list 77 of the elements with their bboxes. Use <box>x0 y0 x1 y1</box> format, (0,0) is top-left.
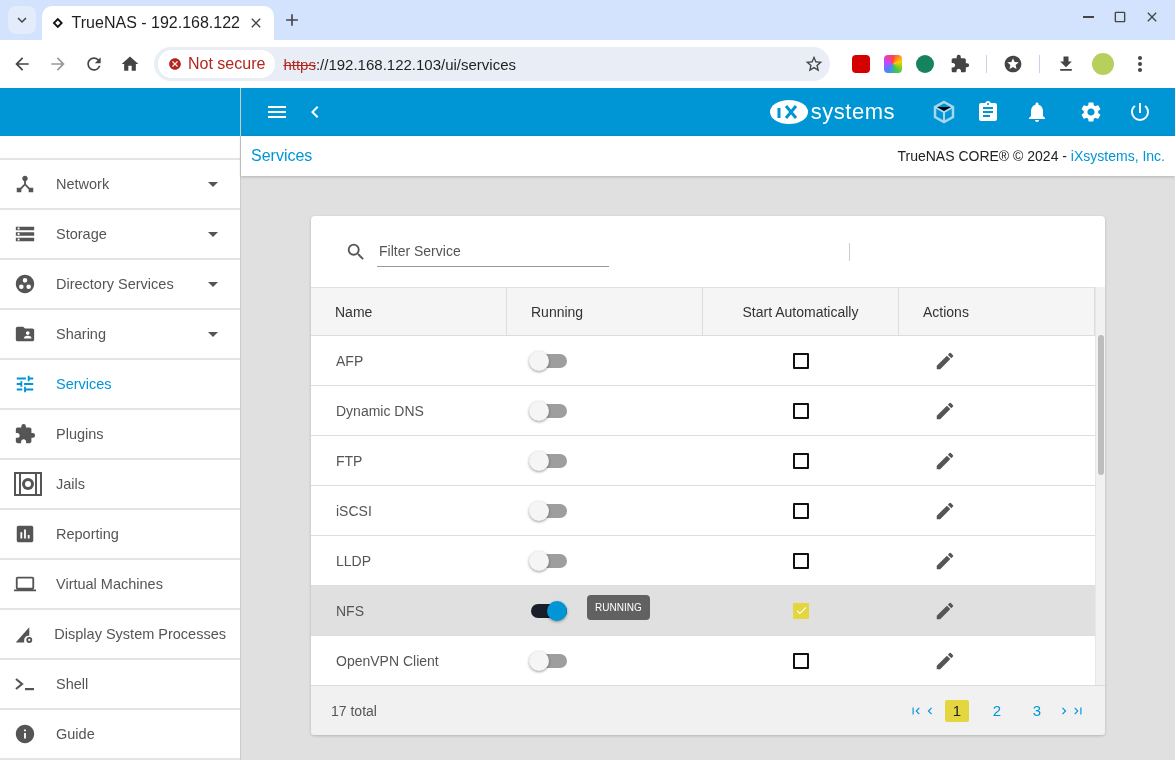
auto-start-checkbox[interactable] <box>793 502 809 519</box>
home-icon <box>120 54 140 74</box>
sidebar-item[interactable]: Virtual Machines <box>0 560 240 610</box>
network-icon <box>14 173 36 195</box>
more-icon <box>1138 56 1142 72</box>
service-name: Dynamic DNS <box>336 402 424 419</box>
sidebar-item[interactable]: Jails <box>0 460 240 510</box>
star-icon <box>1003 54 1023 74</box>
table-row[interactable]: AFP <box>311 335 1095 385</box>
sidebar-item[interactable]: Plugins <box>0 410 240 460</box>
sidebar-item[interactable]: Network <box>0 160 240 210</box>
running-toggle[interactable] <box>531 353 567 368</box>
service-name: FTP <box>336 452 363 469</box>
running-toggle[interactable] <box>531 603 567 618</box>
auto-start-checkbox[interactable] <box>793 402 809 419</box>
table-row[interactable]: NFS RUNNING <box>311 585 1095 635</box>
page-button[interactable]: 1 <box>945 699 969 722</box>
sidebar-item[interactable]: Sharing <box>0 310 240 360</box>
reload-icon <box>84 54 104 74</box>
sidebar-item[interactable]: Shell <box>0 660 240 710</box>
checkmark-icon <box>794 604 808 617</box>
settings-icon <box>1079 100 1103 124</box>
power-icon <box>1128 100 1152 124</box>
clipboard-icon <box>976 100 1000 124</box>
service-name: AFP <box>336 352 364 369</box>
service-name: OpenVPN Client <box>336 652 439 669</box>
extension-icon[interactable] <box>884 55 902 73</box>
running-toggle[interactable] <box>531 503 567 518</box>
ix-logo: systems <box>768 98 895 126</box>
browser-tab[interactable]: TrueNAS - 192.168.122 <box>42 6 274 40</box>
address-bar[interactable]: Not secure https://192.168.122.103/ui/services <box>154 47 830 81</box>
auto-start-checkbox[interactable] <box>793 652 809 669</box>
extension-icon[interactable] <box>852 55 870 73</box>
maximize-icon <box>1112 9 1128 25</box>
table-row[interactable]: LLDP <box>311 535 1095 585</box>
terminal-prompt-icon <box>14 676 36 692</box>
circles-icon <box>14 273 36 295</box>
tab-title: TrueNAS - 192.168.122 <box>71 14 240 32</box>
puzzle-icon <box>950 54 970 74</box>
star-icon <box>804 54 824 74</box>
auto-start-checkbox[interactable] <box>793 602 809 619</box>
service-name: LLDP <box>336 552 372 569</box>
sidebar-item[interactable]: Directory Services <box>0 260 240 310</box>
table-row[interactable]: Dynamic DNS <box>311 385 1095 435</box>
service-name: NFS <box>336 602 364 619</box>
not-secure-badge[interactable]: Not secure <box>158 50 276 78</box>
table-row[interactable]: FTP <box>311 435 1095 485</box>
info-icon <box>14 723 36 745</box>
running-toggle[interactable] <box>531 653 567 668</box>
sidebar-item[interactable]: Display System Processes <box>0 610 240 660</box>
url-text: https://192.168.122.103/ui/services <box>283 55 518 73</box>
scrollbar-thumb[interactable] <box>1097 335 1104 475</box>
table-row[interactable]: OpenVPN Client <box>311 635 1095 685</box>
extension-icon[interactable] <box>916 55 934 73</box>
service-name: iSCSI <box>336 502 372 519</box>
security-text: Not secure <box>188 55 266 73</box>
tooltip: RUNNING <box>587 595 650 620</box>
tab-list-button[interactable] <box>8 6 36 34</box>
bar-chart-icon <box>14 523 36 545</box>
sidebar-item[interactable]: Reporting <box>0 510 240 560</box>
error-icon <box>168 57 182 71</box>
cube-icon <box>932 100 956 124</box>
running-toggle[interactable] <box>531 553 567 568</box>
copyright-text: TrueNAS CORE® © 2024 - iXsystems, Inc. <box>897 148 1165 164</box>
minimize-icon <box>1082 16 1094 18</box>
sliders-icon <box>14 373 36 395</box>
puzzle-icon <box>14 423 36 445</box>
table-row[interactable]: iSCSI <box>311 485 1095 535</box>
running-toggle[interactable] <box>531 403 567 418</box>
total-count: 17 total <box>331 702 378 719</box>
running-toggle[interactable] <box>531 453 567 468</box>
auto-start-checkbox[interactable] <box>793 552 809 569</box>
auto-start-checkbox[interactable] <box>793 452 809 469</box>
sidebar-item[interactable]: Storage <box>0 210 240 260</box>
jail-icon <box>14 472 42 496</box>
sidebar-item[interactable]: Guide <box>0 710 240 760</box>
auto-start-checkbox[interactable] <box>793 352 809 369</box>
